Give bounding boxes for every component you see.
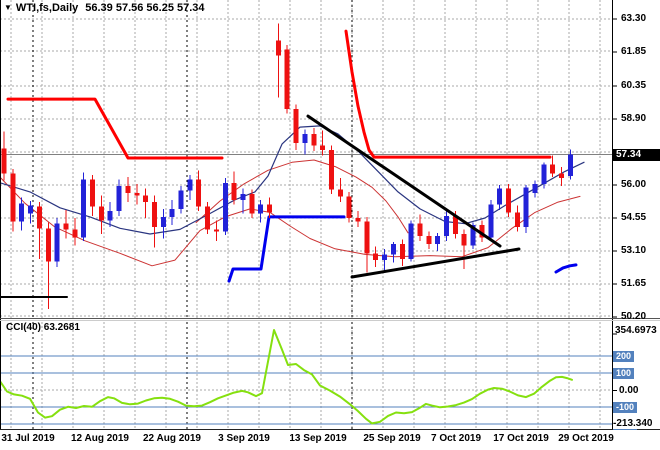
- candle-body: [63, 223, 69, 230]
- candle-body: [541, 164, 547, 184]
- current-price-badge: 57.34: [613, 148, 660, 161]
- candle-body: [151, 202, 157, 228]
- date-axis-label: 29 Oct 2019: [558, 433, 614, 444]
- symbol-marker-icon: ▼: [4, 3, 12, 12]
- date-axis-label: 13 Sep 2019: [289, 433, 347, 444]
- price-axis-label: 58.90: [621, 113, 647, 125]
- date-axis-label: 31 Jul 2019: [1, 433, 55, 444]
- candle-body: [346, 196, 352, 219]
- candle-body: [444, 215, 449, 237]
- price-axis-label: 51.65: [621, 278, 647, 289]
- candle-body: [72, 229, 78, 238]
- price-axis-label: 54.55: [621, 212, 647, 224]
- candle-body: [505, 188, 511, 213]
- candle-body: [497, 188, 503, 205]
- candle-body: [125, 186, 131, 194]
- candle-body: [275, 40, 281, 56]
- date-axis-label: 25 Sep 2019: [363, 433, 421, 444]
- candle-body: [240, 194, 246, 200]
- price-axis-label: 50.20: [621, 310, 647, 322]
- candle-body: [408, 223, 414, 259]
- date-axis-label: 17 Oct 2019: [493, 433, 549, 444]
- candle-body: [399, 244, 405, 259]
- chart-background: [0, 0, 660, 450]
- candle-body: [320, 145, 326, 150]
- date-axis-label: 12 Aug 2019: [71, 433, 129, 444]
- candle-body: [390, 244, 396, 255]
- candle-body: [426, 236, 432, 245]
- candle-body: [28, 205, 34, 214]
- candle-body: [81, 179, 87, 238]
- candle-body: [10, 173, 16, 222]
- candle-body: [205, 206, 211, 230]
- price-axis-label: 61.85: [621, 45, 647, 57]
- candle-body: [550, 164, 556, 174]
- candle-body: [523, 187, 529, 228]
- candle-body: [258, 204, 264, 214]
- candle-body: [417, 223, 423, 237]
- cci-level-badge: 100: [613, 368, 635, 380]
- candle-body: [567, 154, 573, 177]
- candle-body: [169, 208, 175, 217]
- candle-body: [36, 206, 42, 229]
- candle-body: [532, 183, 538, 194]
- price-axis-label: 53.10: [621, 245, 647, 257]
- chart-canvas[interactable]: [0, 0, 660, 450]
- candle-body: [249, 194, 255, 214]
- chart-title: ▼ WTI,fs,Daily 56.39 57.56 56.25 57.34: [4, 1, 205, 14]
- candle-body: [160, 216, 166, 228]
- candle-body: [267, 204, 272, 213]
- symbol-name: WTI,fs,Daily: [15, 1, 79, 14]
- candle-body: [514, 212, 520, 228]
- candle-body: [488, 204, 494, 238]
- cci-max-label: 354.6973: [615, 325, 657, 336]
- candle-body: [435, 236, 441, 245]
- candle-body: [187, 179, 193, 191]
- candle-body: [54, 223, 60, 262]
- cci-zero-label: 0.00: [619, 385, 639, 397]
- candle-body: [559, 173, 565, 179]
- candle-body: [222, 182, 228, 232]
- cci-min-label: -213.340: [613, 418, 653, 430]
- candle-body: [231, 182, 237, 200]
- candle-body: [364, 221, 370, 254]
- candle-body: [196, 179, 202, 207]
- candle-body: [116, 186, 122, 212]
- price-axis-label: 63.30: [621, 13, 647, 24]
- candle-body: [19, 203, 25, 222]
- candle-body: [107, 211, 113, 221]
- candle-body: [45, 228, 51, 262]
- candle-body: [311, 133, 317, 146]
- candle-body: [461, 233, 467, 246]
- chart-window: ▼ WTI,fs,Daily 56.39 57.56 56.25 57.34 C…: [0, 0, 660, 450]
- candle-body: [213, 229, 219, 232]
- cci-level-badge: 200: [613, 350, 635, 362]
- candle-body: [178, 190, 184, 209]
- candle-body: [328, 149, 334, 190]
- candle-body: [355, 218, 361, 222]
- candle-body: [90, 179, 95, 207]
- price-axis-label: 56.00: [621, 179, 647, 191]
- candle-body: [382, 254, 388, 261]
- date-axis-label: 22 Aug 2019: [143, 433, 201, 444]
- date-axis-label: 7 Oct 2019: [430, 433, 482, 444]
- date-axis-label: 3 Sep 2019: [218, 433, 270, 444]
- candle-body: [373, 253, 379, 261]
- candle-body: [143, 195, 149, 203]
- ohlc-values: 56.39 57.56 56.25 57.34: [85, 1, 205, 14]
- indicator-label: CCI(40) 63.2681: [6, 322, 80, 333]
- candle-body: [337, 189, 343, 197]
- price-axis-label: 60.35: [621, 80, 647, 92]
- candle-body: [293, 108, 299, 143]
- candle-body: [302, 133, 308, 143]
- candle-body: [134, 193, 140, 196]
- candle-body: [98, 206, 104, 221]
- cci-level-badge: -100: [613, 402, 638, 414]
- candle-body: [1, 148, 7, 174]
- candle-body: [284, 49, 290, 109]
